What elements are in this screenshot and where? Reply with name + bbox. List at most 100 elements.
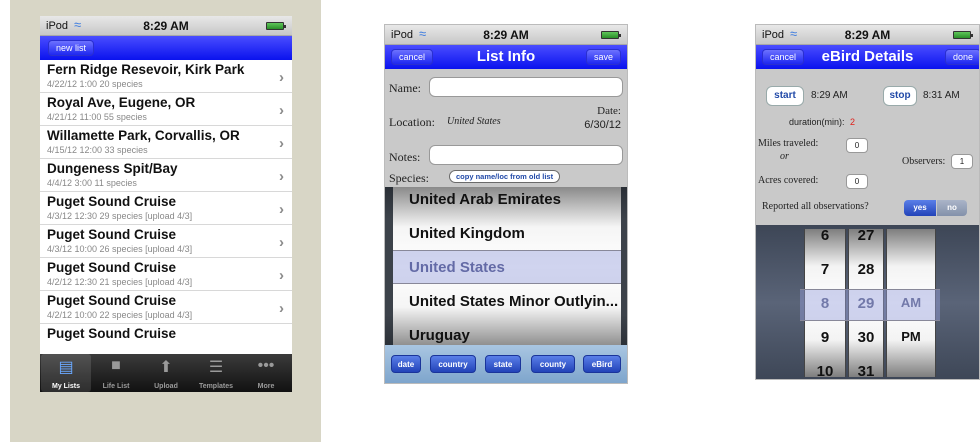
chevron-right-icon: › — [279, 102, 284, 119]
acres-label: Acres covered: — [758, 175, 819, 186]
name-field[interactable] — [429, 77, 623, 97]
more-dots-icon: ••• — [257, 357, 275, 374]
bottom-toolbar: date country state county eBird — [385, 345, 627, 383]
list-item[interactable]: Fern Ridge Resevoir, Kirk Park 4/22/12 1… — [40, 60, 292, 93]
picker-selection-band — [800, 289, 940, 321]
notes-field[interactable] — [429, 145, 623, 165]
tab-label: More — [257, 383, 275, 390]
document-icon: ▤ — [58, 359, 74, 376]
list-item-subtitle: 4/3/12 10:00 26 species [upload 4/3] — [47, 244, 193, 254]
list-item-title: Puget Sound Cruise — [47, 194, 177, 209]
list-item-subtitle: 4/2/12 12:30 21 species [upload 4/3] — [47, 277, 193, 287]
minute-item[interactable]: 30 — [849, 329, 883, 346]
state-button[interactable]: state — [485, 355, 521, 373]
chevron-right-icon: › — [279, 234, 284, 251]
list-item-title: Puget Sound Cruise — [47, 260, 177, 275]
species-label: Species: — [389, 171, 429, 185]
list-item-title: Puget Sound Cruise — [47, 326, 177, 341]
chevron-right-icon: › — [279, 300, 284, 317]
picker-item[interactable]: United Kingdom — [409, 225, 525, 242]
chevron-right-icon: › — [279, 267, 284, 284]
yes-toggle[interactable]: yes — [904, 200, 936, 216]
picker-item[interactable]: United Arab Emirates — [409, 191, 561, 208]
notes-label: Notes: — [389, 150, 421, 164]
start-button[interactable]: start — [766, 86, 804, 106]
list-item[interactable]: Puget Sound Cruise 4/3/12 12:30 29 speci… — [40, 192, 292, 225]
observers-field[interactable]: 1 — [951, 154, 973, 169]
ebird-button[interactable]: eBird — [583, 355, 621, 373]
clock: 8:29 AM — [844, 28, 891, 42]
phone-list-info: iPod ≈ 8:29 AM cancel List Info save Nam… — [384, 24, 628, 384]
list-item[interactable]: Dungeness Spit/Bay 4/4/12 3:00 11 specie… — [40, 159, 292, 192]
battery-icon — [953, 31, 973, 39]
hour-item[interactable]: 6 — [805, 227, 845, 244]
date-label: Date: — [597, 105, 621, 117]
stop-time: 8:31 AM — [923, 90, 960, 101]
tab-my-lists[interactable]: ▤ My Lists — [41, 354, 91, 392]
date-value[interactable]: 6/30/12 — [584, 119, 621, 131]
list-item-title: Fern Ridge Resevoir, Kirk Park — [47, 62, 245, 77]
tab-label: Templates — [198, 383, 234, 390]
nav-bar: cancel eBird Details done — [756, 45, 979, 69]
tab-templates[interactable]: ☰ Templates — [191, 354, 241, 392]
date-button[interactable]: date — [391, 355, 421, 373]
list-item[interactable]: Puget Sound Cruise 4/3/12 10:00 26 speci… — [40, 225, 292, 258]
copy-from-old-list-button[interactable]: copy name/loc from old list — [449, 170, 561, 183]
list-item-title: Puget Sound Cruise — [47, 293, 177, 308]
save-button[interactable]: save — [585, 49, 621, 65]
observers-label: Observers: — [902, 156, 946, 167]
list-item-subtitle: 4/2/12 10:00 22 species [upload 4/3] — [47, 310, 193, 320]
list-item-title: Willamette Park, Corvallis, OR — [47, 128, 240, 143]
nav-bar: cancel List Info save — [385, 45, 627, 69]
chevron-right-icon: › — [279, 201, 284, 218]
tab-label: My Lists — [51, 383, 80, 390]
hour-item[interactable]: 7 — [805, 261, 845, 278]
tab-more[interactable]: ••• More — [241, 354, 291, 392]
status-bar: iPod ≈ 8:29 AM — [756, 25, 979, 45]
minute-item[interactable]: 28 — [849, 261, 883, 278]
stop-button[interactable]: stop — [883, 86, 917, 106]
minute-item[interactable]: 27 — [849, 227, 883, 244]
picker-item[interactable]: United States Minor Outlyin... — [409, 293, 618, 310]
tab-upload[interactable]: ⬆ Upload — [141, 354, 191, 392]
new-list-button[interactable]: new list — [48, 40, 95, 56]
time-picker[interactable]: 6 7 8 9 10 27 28 29 30 31 AM PM — [756, 225, 979, 379]
list-item[interactable]: Puget Sound Cruise 4/2/12 12:30 21 speci… — [40, 258, 292, 291]
county-button[interactable]: county — [531, 355, 575, 373]
no-toggle[interactable]: no — [937, 200, 967, 216]
acres-field[interactable]: 0 — [846, 174, 868, 189]
ampm-item[interactable]: PM — [887, 329, 935, 344]
location-label: Location: — [389, 115, 435, 129]
minute-item[interactable]: 31 — [849, 363, 883, 379]
country-button[interactable]: country — [430, 355, 476, 373]
hour-item[interactable]: 9 — [805, 329, 845, 346]
list-item[interactable]: Puget Sound Cruise — [40, 324, 292, 357]
country-picker[interactable]: United Arab Emirates United Kingdom Unit… — [385, 187, 627, 347]
battery-icon — [266, 22, 286, 30]
list-item[interactable]: Puget Sound Cruise 4/2/12 10:00 22 speci… — [40, 291, 292, 324]
tab-bar: ▤ My Lists ■ Life List ⬆ Upload ☰ Templa… — [40, 354, 292, 392]
tab-label: Upload — [154, 383, 178, 390]
tab-life-list[interactable]: ■ Life List — [91, 354, 141, 392]
picker-selection-band — [393, 250, 621, 284]
phone-ebird-details: iPod ≈ 8:29 AM cancel eBird Details done… — [755, 24, 980, 380]
done-button[interactable]: done — [944, 49, 979, 65]
picker-item[interactable]: Uruguay — [409, 327, 470, 344]
or-label: or — [780, 151, 789, 162]
list-item-subtitle: 4/21/12 11:00 55 species — [47, 112, 147, 122]
list-item[interactable]: Willamette Park, Corvallis, OR 4/15/12 1… — [40, 126, 292, 159]
hour-item[interactable]: 10 — [805, 363, 845, 379]
status-bar: iPod ≈ 8:29 AM — [385, 25, 627, 45]
name-label: Name: — [389, 81, 421, 95]
start-time: 8:29 AM — [811, 90, 848, 101]
miles-field[interactable]: 0 — [846, 138, 868, 153]
tab-label: Life List — [102, 383, 130, 390]
page-icon: ■ — [111, 357, 121, 374]
list-item-title: Puget Sound Cruise — [47, 227, 177, 242]
location-value[interactable]: United States — [447, 116, 501, 127]
list-item-subtitle: 4/15/12 12:00 33 species — [47, 145, 148, 155]
list-item[interactable]: Royal Ave, Eugene, OR 4/21/12 11:00 55 s… — [40, 93, 292, 126]
reported-all-label: Reported all observations? — [762, 201, 869, 212]
list-item-subtitle: 4/3/12 12:30 29 species [upload 4/3] — [47, 211, 193, 221]
phone-my-lists: iPod ≈ 8:29 AM new list Fern Ridge Resev… — [40, 16, 292, 392]
